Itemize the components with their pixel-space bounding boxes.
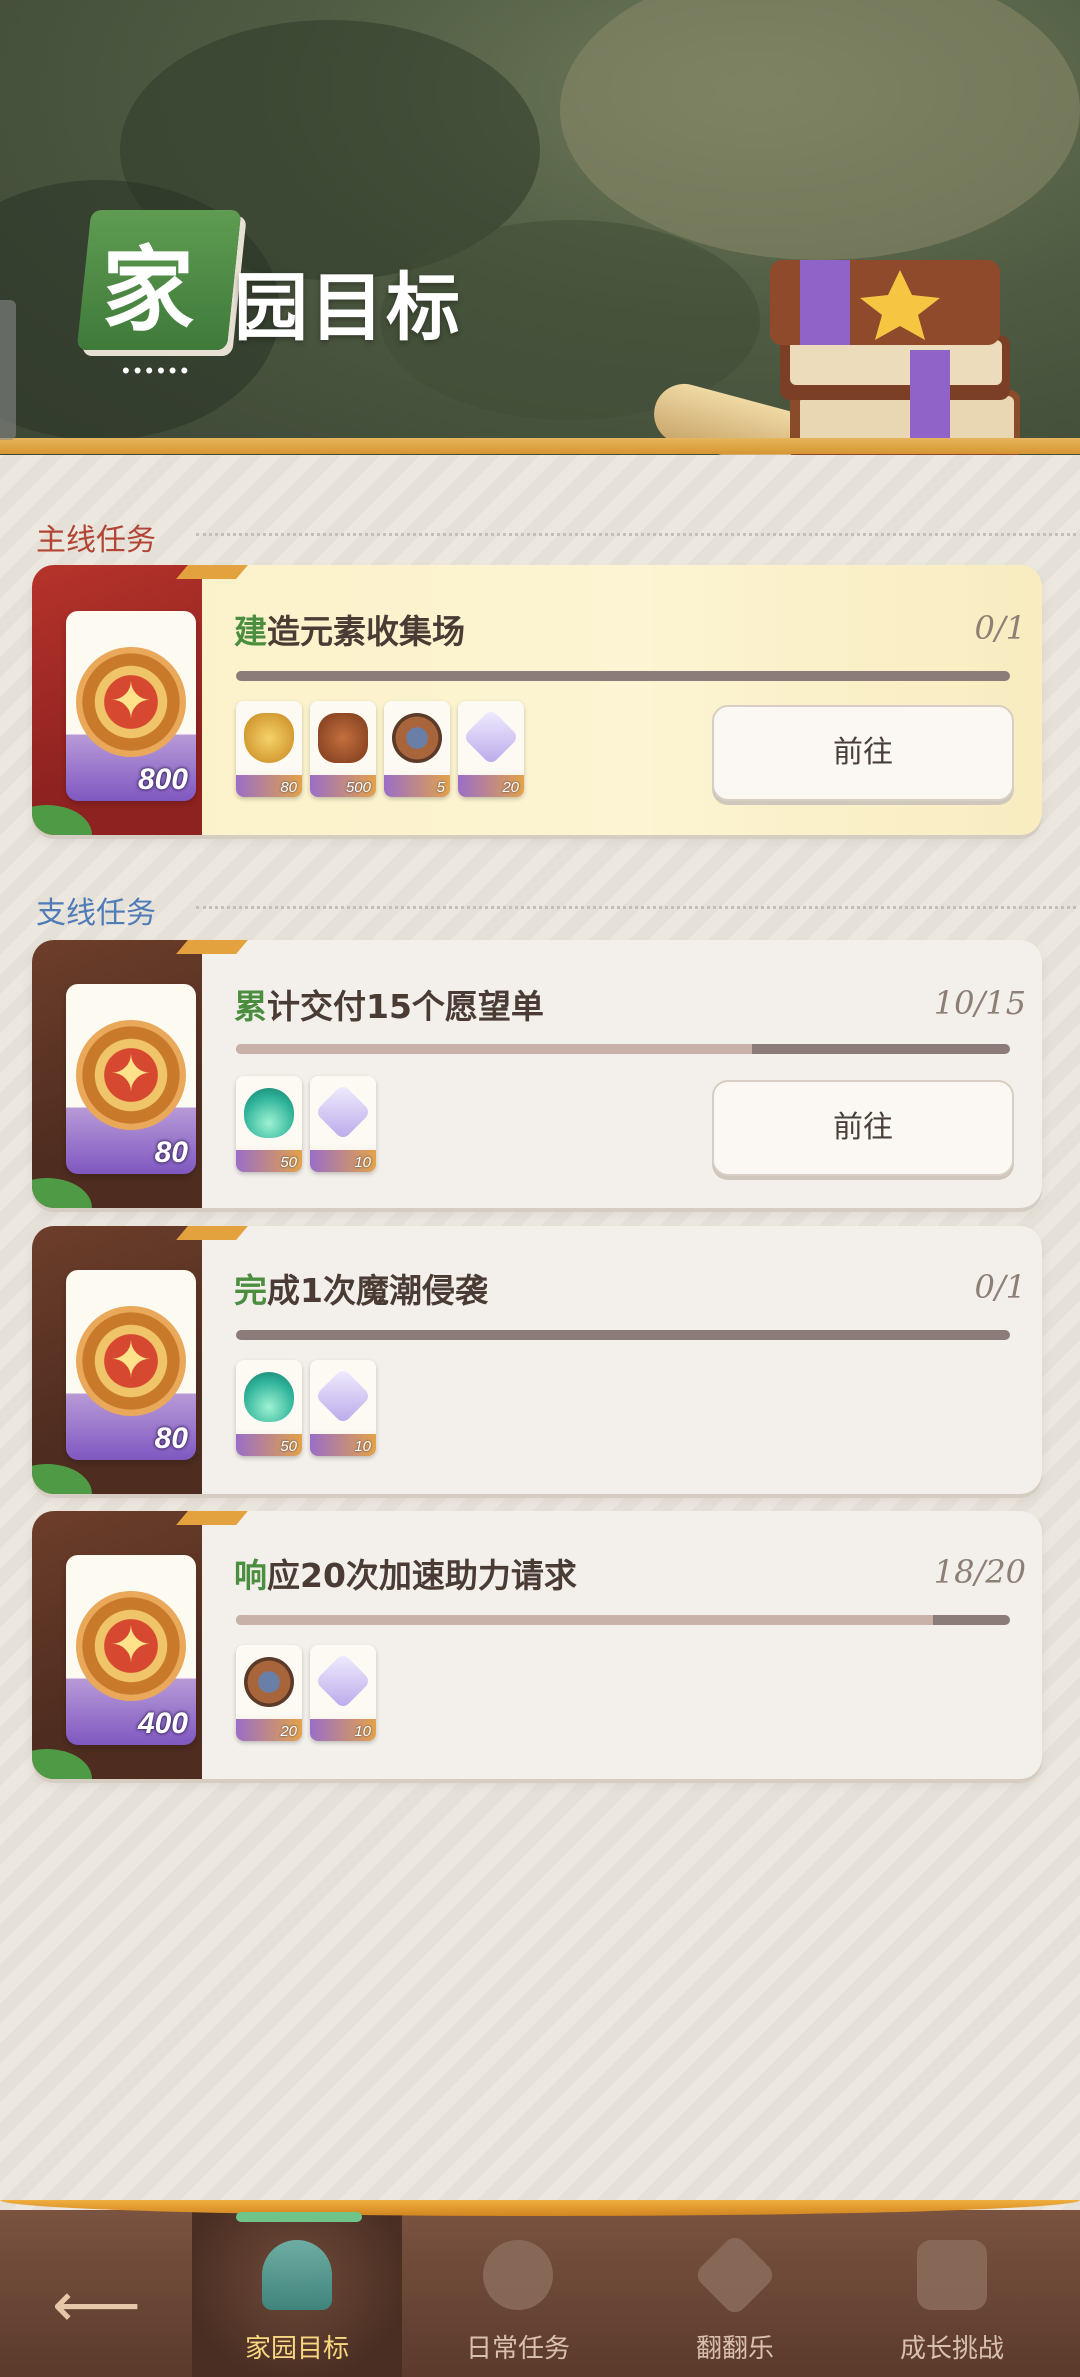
book-stack-icon (770, 260, 1020, 455)
item-count: 20 (280, 1723, 297, 1740)
side-task-card: ✦ 400 响应20次加速助力请求 18/20 20 10 (32, 1511, 1042, 1779)
item-count: 500 (345, 779, 371, 796)
tab-label: 家园目标 (244, 2333, 349, 2363)
tab-label: 成长挑战 (899, 2333, 1004, 2363)
item-count: 50 (280, 1438, 297, 1455)
item-count: 80 (280, 779, 297, 796)
medal-icon: ✦ (76, 647, 186, 757)
reward-amount: 800 (137, 763, 188, 796)
gem-icon (314, 1652, 372, 1710)
item-count: 20 (502, 779, 519, 796)
task-progress: 10/15 (933, 984, 1026, 1022)
tab-growth-challenge[interactable]: 成长挑战 (852, 2240, 1052, 2365)
flip-card-icon (692, 2232, 778, 2318)
heart-icon (244, 713, 294, 763)
tab-daily-tasks[interactable]: 日常任务 (418, 2240, 618, 2365)
progress-bar (236, 1615, 1010, 1625)
item-count: 10 (354, 1154, 371, 1171)
item-count: 5 (436, 779, 445, 796)
task-progress: 18/20 (933, 1553, 1026, 1591)
reward-amount: 400 (137, 1707, 188, 1740)
gem-icon (314, 1367, 372, 1425)
reward-token[interactable]: ✦ 80 (66, 984, 196, 1174)
progress-bar (236, 1044, 1010, 1054)
wood-icon (318, 713, 368, 763)
title-first-char: 家 (102, 236, 195, 344)
reward-item[interactable]: 10 (310, 1076, 376, 1172)
reward-item[interactable]: 80 (236, 701, 302, 797)
goto-button[interactable]: 前往 (712, 1080, 1014, 1176)
header-banner: 家 园目标 •••••• (0, 0, 1080, 455)
title-text: 园目标 (234, 265, 462, 351)
side-task-card: ✦ 80 累计交付15个愿望单 10/15 50 10 前往 (32, 940, 1042, 1208)
scroll-icon (917, 2240, 987, 2310)
reward-item[interactable]: 50 (236, 1360, 302, 1456)
flame-icon (244, 1088, 294, 1138)
progress-bar (236, 1330, 1010, 1340)
task-progress: 0/1 (974, 609, 1027, 647)
side-section-label: 支线任务 (36, 888, 1076, 932)
task-title: 完成1次魔潮侵袭 (234, 1271, 488, 1310)
medal-icon: ✦ (76, 1020, 186, 1130)
reward-item[interactable]: 10 (310, 1360, 376, 1456)
gem-icon (462, 708, 520, 766)
item-count: 10 (354, 1723, 371, 1740)
gear-icon (483, 2240, 553, 2310)
main-task-card: ✦ 800 建造元素收集场 0/1 80 500 5 20 前往 (32, 565, 1042, 835)
task-title: 累计交付15个愿望单 (234, 987, 544, 1026)
medal-icon: ✦ (76, 1591, 186, 1701)
side-task-card: ✦ 80 完成1次魔潮侵袭 0/1 50 10 (32, 1226, 1042, 1494)
tab-flip-game[interactable]: 翻翻乐 (635, 2232, 835, 2365)
reward-item[interactable]: 20 (458, 701, 524, 797)
reward-token[interactable]: ✦ 800 (66, 611, 196, 801)
goto-button[interactable]: 前往 (712, 705, 1014, 801)
main-section-label: 主线任务 (36, 515, 1076, 559)
reward-token[interactable]: ✦ 80 (66, 1270, 196, 1460)
tab-label: 日常任务 (465, 2333, 570, 2363)
gear-icon (392, 713, 442, 763)
item-count: 50 (280, 1154, 297, 1171)
side-handle[interactable] (0, 300, 16, 440)
reward-item[interactable]: 50 (236, 1076, 302, 1172)
task-progress: 0/1 (974, 1268, 1027, 1306)
tab-label: 翻翻乐 (695, 2333, 774, 2363)
home-goal-icon (262, 2240, 332, 2310)
title-dots: •••••• (122, 358, 193, 383)
task-title: 建造元素收集场 (234, 612, 465, 651)
gem-icon (314, 1083, 372, 1141)
reward-item[interactable]: 10 (310, 1645, 376, 1741)
flame-icon (244, 1372, 294, 1422)
medal-icon: ✦ (76, 1306, 186, 1416)
reward-token[interactable]: ✦ 400 (66, 1555, 196, 1745)
gear-icon (244, 1657, 294, 1707)
back-arrow-icon[interactable]: ⟵ (52, 2275, 141, 2337)
reward-item[interactable]: 20 (236, 1645, 302, 1741)
nav-active-indicator (236, 2212, 362, 2222)
item-count: 10 (354, 1438, 371, 1455)
banner-edge (0, 438, 1080, 454)
tab-home-goal[interactable]: 家园目标 (197, 2240, 397, 2365)
reward-item[interactable]: 500 (310, 701, 376, 797)
reward-amount: 80 (154, 1422, 188, 1455)
task-title: 响应20次加速助力请求 (234, 1556, 577, 1595)
reward-item[interactable]: 5 (384, 701, 450, 797)
reward-amount: 80 (154, 1136, 188, 1169)
progress-bar (236, 671, 1010, 681)
